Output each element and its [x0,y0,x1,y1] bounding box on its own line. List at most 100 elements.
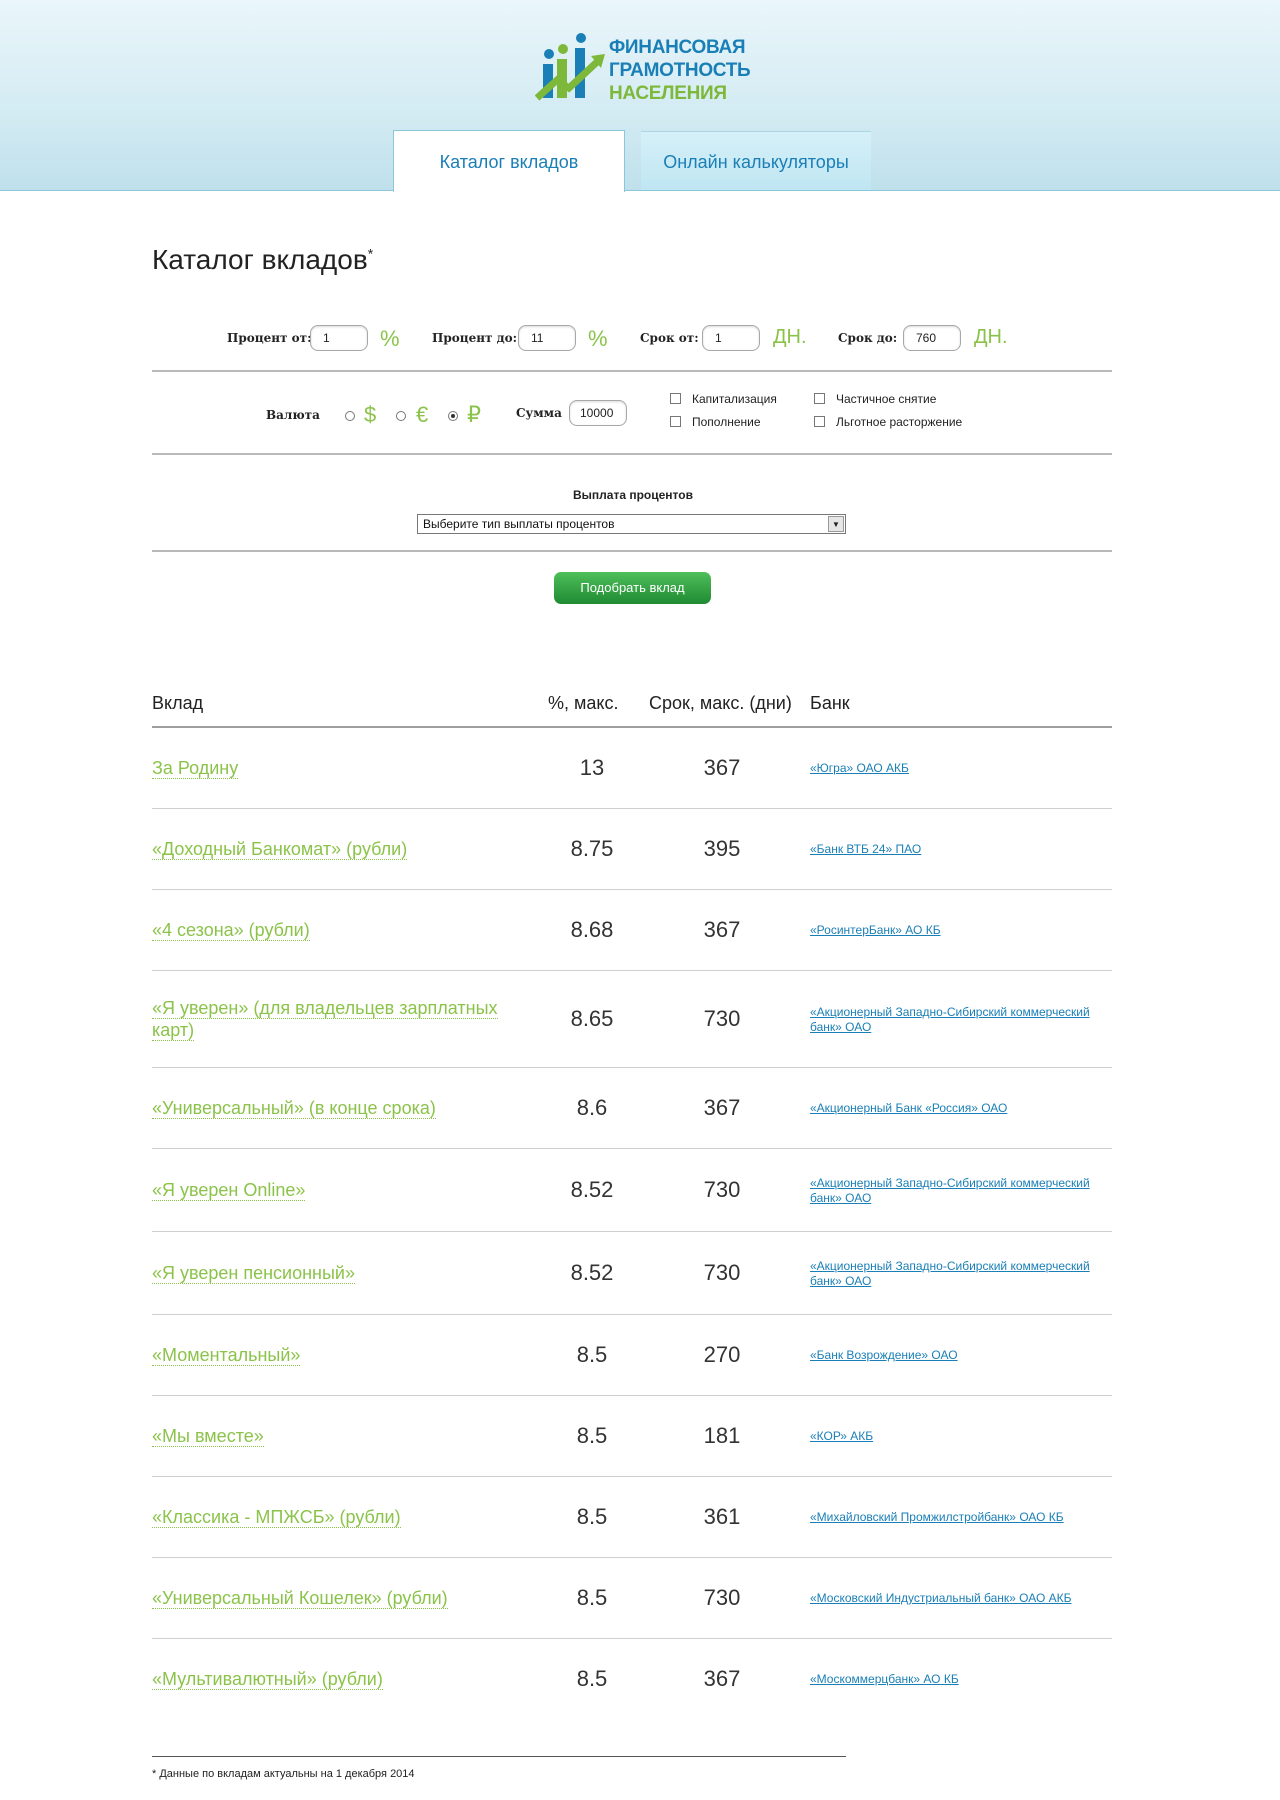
term-to-input[interactable]: 760 [903,325,961,351]
table-row: «Моментальный» 8.5 270 «Банк Возрождение… [152,1315,1112,1396]
dropdown-arrow-icon[interactable]: ▼ [828,516,844,532]
max-percent: 8.68 [570,917,614,942]
max-term: 367 [703,1095,741,1120]
table-row: «Я уверен» (для владельцев зарплатных ка… [152,971,1112,1068]
page-title-text: Каталог вкладов [152,244,368,275]
bank-link[interactable]: «Югра» ОАО АКБ [810,761,1110,776]
percent-unit-2: % [588,326,608,351]
max-percent: 8.52 [570,1177,614,1202]
replenishment-checkbox[interactable] [670,416,681,427]
partial-withdrawal-checkbox[interactable] [814,393,825,404]
percent-from-label: Процент от: [227,331,312,345]
sum-input[interactable]: 10000 [569,400,627,426]
currency-eur-symbol: € [416,402,429,427]
currency-eur-radio[interactable] [396,411,406,421]
site-logo[interactable]: ФИНАНСОВАЯ ГРАМОТНОСТЬ НАСЕЛЕНИЯ [535,32,751,108]
term-to-label: Срок до: [838,331,898,345]
logo-chart-icon [535,33,605,101]
bank-link[interactable]: «Акционерный Западно-Сибирский коммерчес… [810,1176,1110,1206]
max-term: 730 [703,1177,741,1202]
currency-usd-radio[interactable] [345,411,355,421]
filter-divider-1 [152,370,1112,372]
find-deposit-button[interactable]: Подобрать вклад [554,572,711,604]
replenishment-label: Пополнение [692,415,761,429]
table-row: «Доходный Банкомат» (рубли) 8.75 395 «Ба… [152,809,1112,890]
max-percent: 8.5 [576,1585,608,1610]
max-term: 367 [703,1666,741,1691]
currency-rub-radio[interactable] [448,411,458,421]
bank-link[interactable]: «Московский Индустриальный банк» ОАО АКБ [810,1591,1110,1606]
table-row: «Я уверен пенсионный» 8.52 730 «Акционер… [152,1232,1112,1315]
capitalization-checkbox[interactable] [670,393,681,404]
deposit-name-link[interactable]: «Мультивалютный» (рубли) [152,1668,512,1690]
percent-from-input[interactable]: 1 [310,325,368,351]
deposit-name-link[interactable]: «Я уверен» (для владельцев зарплатных ка… [152,997,512,1041]
deposit-name-link[interactable]: «Универсальный» (в конце срока) [152,1097,512,1119]
page-title: Каталог вкладов* [152,244,373,276]
max-percent: 8.65 [570,1006,614,1031]
max-term: 367 [703,755,741,780]
max-term: 270 [703,1342,741,1367]
deposit-name-link[interactable]: «Классика - МПЖСБ» (рубли) [152,1506,512,1528]
term-unit-2: ДН. [974,326,1008,348]
preferential-termination-label: Льготное расторжение [836,415,963,429]
logo-line-2: ГРАМОТНОСТЬ [609,60,751,81]
capitalization-label: Капитализация [692,392,777,406]
percent-to-input[interactable]: 11 [518,325,576,351]
deposit-name-link[interactable]: «Я уверен Online» [152,1179,512,1201]
bank-link[interactable]: «Акционерный Западно-Сибирский коммерчес… [810,1259,1110,1289]
term-from-label: Срок от: [640,331,699,345]
max-percent: 8.6 [576,1095,608,1120]
bank-link[interactable]: «Акционерный Западно-Сибирский коммерчес… [810,1005,1110,1035]
column-header-bank: Банк [810,693,850,713]
column-header-percent: %, макс. [548,693,619,713]
column-header-deposit: Вклад [152,693,204,713]
payout-type-select[interactable]: Выберите тип выплаты процентов ▼ [417,514,846,534]
currency-rub-symbol: ₽ [467,402,481,427]
site-header: ФИНАНСОВАЯ ГРАМОТНОСТЬ НАСЕЛЕНИЯ Каталог… [0,0,1280,192]
term-unit-1: ДН. [773,326,807,348]
table-row: «Универсальный Кошелек» (рубли) 8.5 730 … [152,1558,1112,1639]
max-percent: 13 [579,755,605,780]
payout-select-value: Выберите тип выплаты процентов [423,517,615,531]
bank-link[interactable]: «РосинтерБанк» АО КБ [810,923,1110,938]
currency-usd-symbol: $ [364,402,377,427]
deposit-name-link[interactable]: «Мы вместе» [152,1425,512,1447]
term-from-input[interactable]: 1 [702,325,760,351]
logo-line-1: ФИНАНСОВАЯ [609,37,746,58]
table-row: «Мультивалютный» (рубли) 8.5 367 «Моском… [152,1639,1112,1720]
deposit-name-link[interactable]: «Я уверен пенсионный» [152,1262,512,1284]
table-row: За Родину 13 367 «Югра» ОАО АКБ [152,728,1112,809]
max-term: 395 [703,836,741,861]
max-percent: 8.5 [576,1666,608,1691]
deposit-name-link[interactable]: «Доходный Банкомат» (рубли) [152,838,512,860]
bank-link[interactable]: «Москоммерцбанк» АО КБ [810,1672,1110,1687]
max-term: 730 [703,1006,741,1031]
tab-deposit-catalog[interactable]: Каталог вкладов [393,130,625,192]
max-percent: 8.52 [570,1260,614,1285]
bank-link[interactable]: «КОР» АКБ [810,1429,1110,1444]
filter-divider-2 [152,453,1112,455]
max-percent: 8.5 [576,1504,608,1529]
deposit-name-link[interactable]: «4 сезона» (рубли) [152,919,512,941]
deposit-name-link[interactable]: «Универсальный Кошелек» (рубли) [152,1587,512,1609]
table-row: «Я уверен Online» 8.52 730 «Акционерный … [152,1149,1112,1232]
logo-text: ФИНАНСОВАЯ ГРАМОТНОСТЬ НАСЕЛЕНИЯ [609,36,751,105]
bank-link[interactable]: «Банк Возрождение» ОАО [810,1348,1110,1363]
deposit-name-link[interactable]: За Родину [152,757,512,779]
page-title-footnote-mark: * [367,245,374,262]
max-percent: 8.5 [576,1423,608,1448]
bank-link[interactable]: «Акционерный Банк «Россия» ОАО [810,1101,1110,1116]
bank-link[interactable]: «Банк ВТБ 24» ПАО [810,842,1110,857]
deposit-name-link[interactable]: «Моментальный» [152,1344,512,1366]
table-row: «Мы вместе» 8.5 181 «КОР» АКБ [152,1396,1112,1477]
bank-link[interactable]: «Михайловский Промжилстройбанк» ОАО КБ [810,1510,1110,1525]
partial-withdrawal-label: Частичное снятие [836,392,937,406]
currency-label: Валюта [266,408,320,422]
tab-online-calculators[interactable]: Онлайн калькуляторы [641,131,871,190]
preferential-termination-checkbox[interactable] [814,416,825,427]
table-row: «Классика - МПЖСБ» (рубли) 8.5 361 «Миха… [152,1477,1112,1558]
max-term: 361 [703,1504,741,1529]
filter-divider-3 [152,550,1112,552]
footnote-text: * Данные по вкладам актуальны на 1 декаб… [152,1768,415,1780]
